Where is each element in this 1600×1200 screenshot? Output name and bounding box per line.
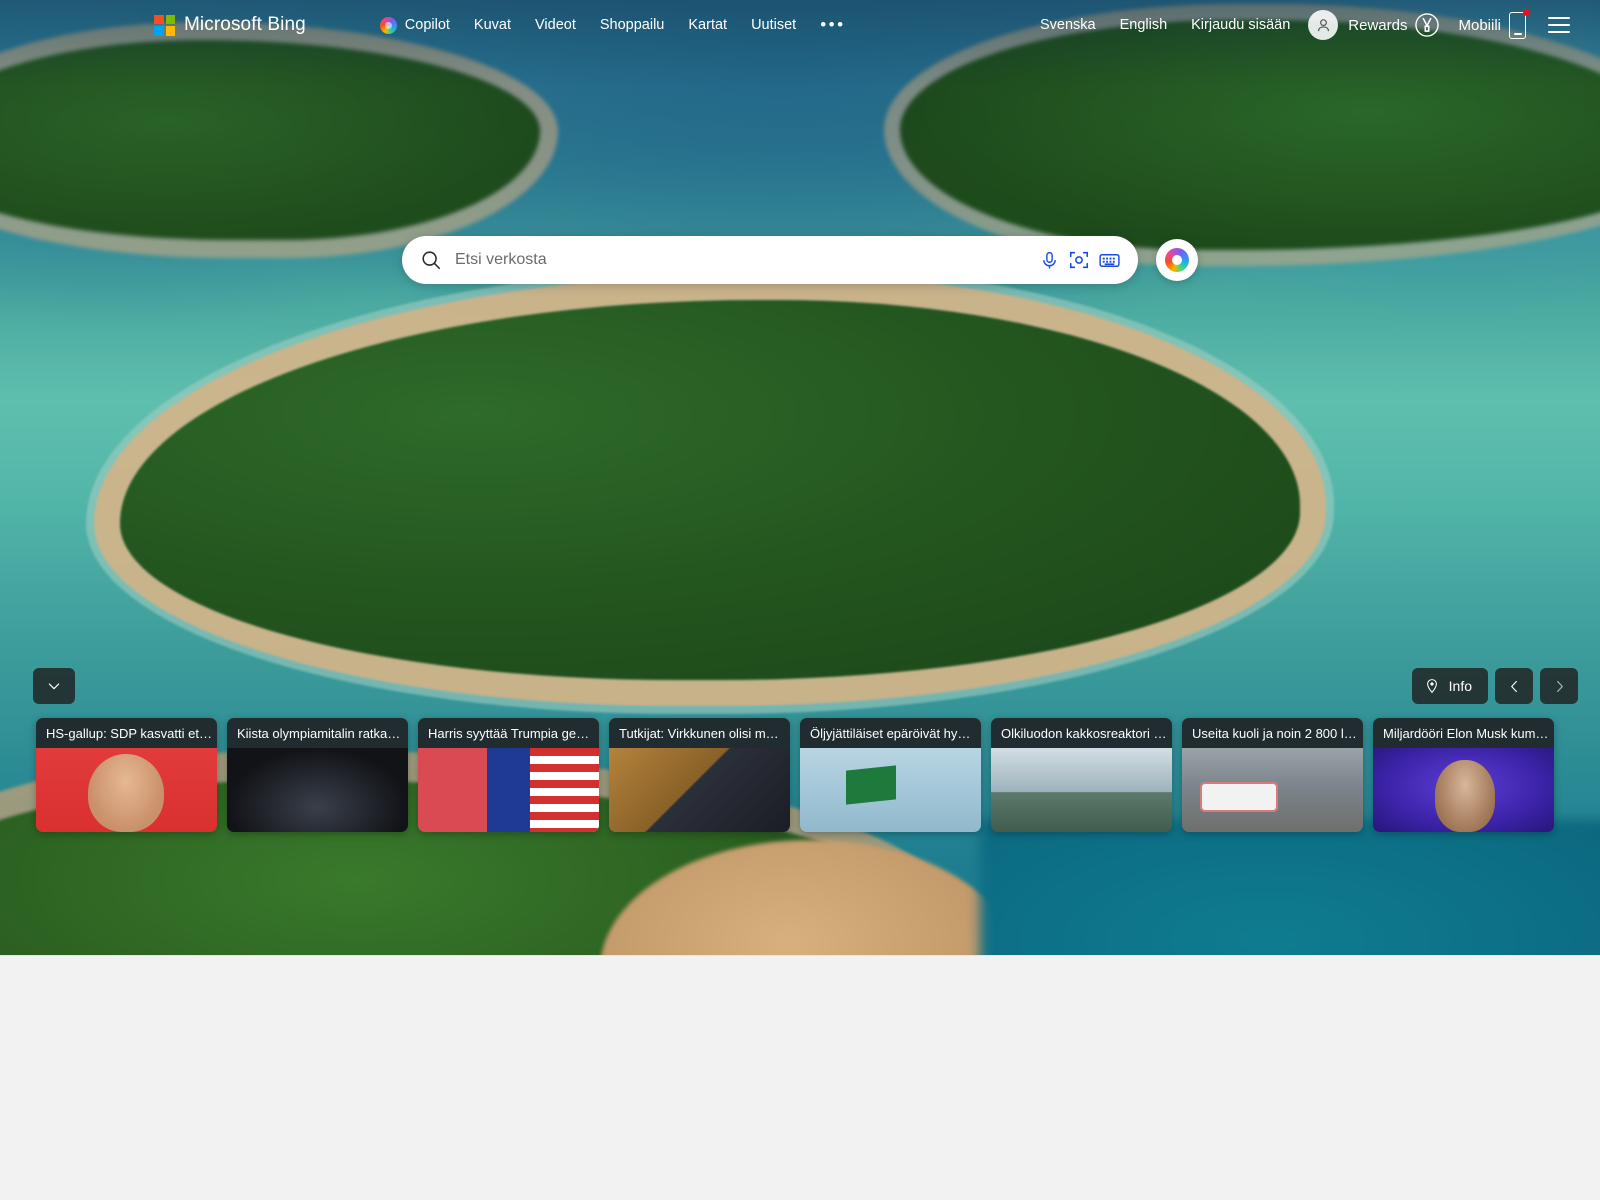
search-input[interactable]	[455, 251, 1034, 269]
on-screen-keyboard-icon[interactable]	[1094, 245, 1124, 275]
language-label: English	[1119, 17, 1168, 33]
news-card-title: Harris syyttää Trumpia ge…	[418, 718, 599, 748]
sign-in-label: Kirjaudu sisään	[1191, 17, 1291, 33]
news-card[interactable]: Öljyjättiläiset epäröivät hy…	[800, 718, 981, 832]
news-card-title: Tutkijat: Virkkunen olisi m…	[609, 718, 790, 748]
image-info-button[interactable]: Info	[1411, 668, 1488, 704]
news-card-title: Useita kuoli ja noin 2 800 l…	[1182, 718, 1363, 748]
news-card-thumbnail	[991, 748, 1172, 832]
hamburger-menu-icon[interactable]	[1548, 17, 1570, 33]
microsoft-bing-logo[interactable]: Microsoft Bing	[154, 14, 306, 36]
news-card-thumbnail	[227, 748, 408, 832]
nav-label: Videot	[535, 17, 576, 33]
language-english-link[interactable]: English	[1108, 11, 1180, 39]
news-card-thumbnail	[36, 748, 217, 832]
top-header-bar: Microsoft Bing Copilot Kuvat Videot Shop…	[0, 0, 1600, 50]
chevron-left-icon	[1510, 680, 1517, 692]
language-label: Svenska	[1039, 17, 1096, 33]
news-card[interactable]: Tutkijat: Virkkunen olisi m…	[609, 718, 790, 832]
mobile-label: Mobiili	[1458, 16, 1501, 34]
news-card[interactable]: Olkiluodon kakkosreaktori …	[991, 718, 1172, 832]
person-avatar-icon	[1317, 18, 1329, 31]
news-card-thumbnail	[418, 748, 599, 832]
nav-label: Kuvat	[473, 17, 512, 33]
info-label: Info	[1448, 678, 1472, 694]
news-card-thumbnail	[1373, 748, 1554, 832]
news-card-strip: HS-gallup: SDP kasvatti et… Kiista olymp…	[36, 718, 1566, 832]
hero-right-controls: Info	[1411, 668, 1578, 704]
news-card-title: Olkiluodon kakkosreaktori …	[991, 718, 1172, 748]
nav-item-uutiset[interactable]: Uutiset	[739, 11, 808, 39]
location-pin-icon	[1426, 679, 1437, 694]
notification-badge-dot	[1523, 8, 1530, 16]
nav-label: Kartat	[688, 17, 728, 33]
news-card-thumbnail	[800, 748, 981, 832]
collapse-panel-button[interactable]	[33, 668, 75, 704]
news-card-title: Öljyjättiläiset epäröivät hy…	[800, 718, 981, 748]
nav-item-kartat[interactable]: Kartat	[676, 11, 739, 39]
nav-label: Shoppailu	[599, 17, 665, 33]
language-svenska-link[interactable]: Svenska	[1028, 11, 1108, 39]
nav-label: Copilot	[404, 17, 450, 33]
news-card-thumbnail	[1182, 748, 1363, 832]
microsoft-squares-icon	[154, 14, 175, 36]
next-image-button[interactable]	[1540, 668, 1578, 704]
copilot-search-button[interactable]	[1156, 239, 1198, 281]
search-area	[0, 236, 1600, 284]
rewards-medal-icon	[1415, 13, 1440, 37]
previous-image-button[interactable]	[1495, 668, 1533, 704]
chevron-right-icon	[1556, 680, 1563, 692]
sign-in-link[interactable]: Kirjaudu sisään	[1179, 11, 1302, 39]
chevron-down-icon	[48, 683, 60, 690]
news-card[interactable]: Miljardööri Elon Musk kum…	[1373, 718, 1554, 832]
news-card[interactable]: HS-gallup: SDP kasvatti et…	[36, 718, 217, 832]
news-card-title: Kiista olympiamitalin ratka…	[227, 718, 408, 748]
news-card-thumbnail	[609, 748, 790, 832]
copilot-icon	[1165, 248, 1189, 272]
nav-item-videot[interactable]: Videot	[523, 11, 588, 39]
news-card-title: Miljardööri Elon Musk kum…	[1373, 718, 1554, 748]
news-card-title: HS-gallup: SDP kasvatti et…	[36, 718, 217, 748]
search-magnifier-icon	[422, 251, 441, 270]
news-card[interactable]: Useita kuoli ja noin 2 800 l…	[1182, 718, 1363, 832]
news-card[interactable]: Harris syyttää Trumpia ge…	[418, 718, 599, 832]
nav-label: Uutiset	[751, 17, 797, 33]
logo-text: Microsoft Bing	[184, 14, 306, 35]
rewards-button[interactable]: Rewards	[1338, 6, 1450, 44]
nav-overflow-button[interactable]: •••	[808, 11, 857, 39]
nav-item-copilot[interactable]: Copilot	[368, 11, 462, 40]
header-right-cluster: Svenska English Kirjaudu sisään Rewards …	[1028, 6, 1586, 45]
mobile-button[interactable]: Mobiili	[1450, 6, 1534, 45]
bing-homepage: Microsoft Bing Copilot Kuvat Videot Shop…	[0, 0, 1600, 1200]
rewards-label: Rewards	[1348, 16, 1408, 34]
microphone-icon[interactable]	[1034, 245, 1064, 275]
copilot-icon	[379, 16, 397, 34]
cookie-consent-banner: Microsoft Bing Microsoft ja kolmannen os…	[0, 955, 1600, 1200]
news-card[interactable]: Kiista olympiamitalin ratka…	[227, 718, 408, 832]
avatar[interactable]	[1308, 10, 1339, 40]
search-box[interactable]	[402, 236, 1138, 284]
visual-search-camera-icon[interactable]	[1064, 245, 1094, 275]
nav-item-shoppailu[interactable]: Shoppailu	[588, 11, 677, 39]
nav-item-kuvat[interactable]: Kuvat	[462, 11, 523, 39]
primary-navigation: Copilot Kuvat Videot Shoppailu Kartat Uu…	[368, 11, 858, 40]
phone-icon	[1509, 11, 1526, 39]
